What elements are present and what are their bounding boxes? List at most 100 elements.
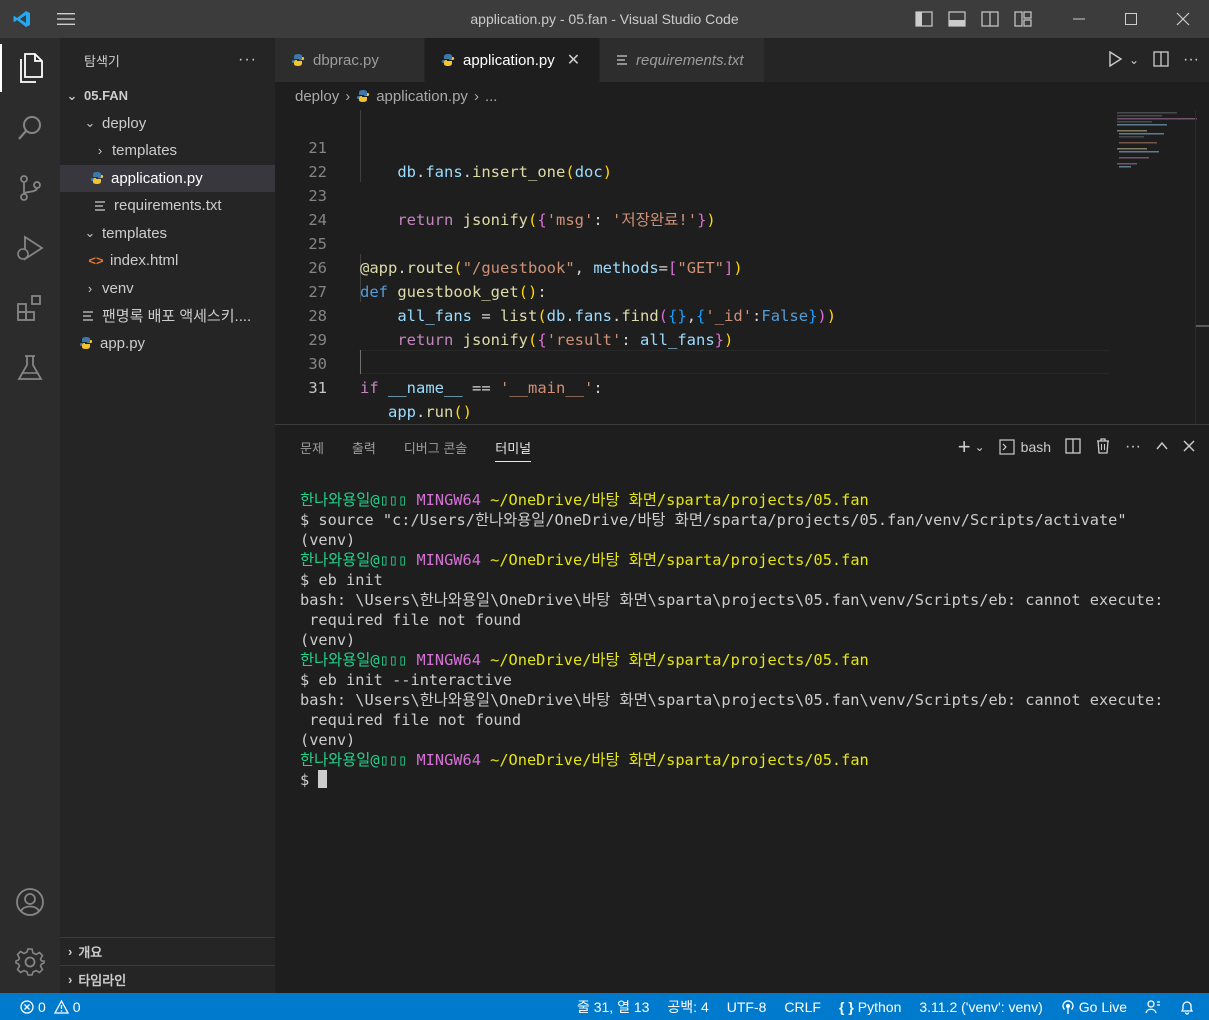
notifications-bell-icon[interactable] bbox=[1170, 993, 1209, 1020]
accounts-icon[interactable] bbox=[0, 872, 60, 932]
toggle-sidebar-icon[interactable] bbox=[907, 0, 940, 38]
terminal-dropdown-chevron-icon[interactable]: ⌄ bbox=[975, 440, 985, 454]
python-file-icon bbox=[291, 53, 305, 67]
breadcrumb-more[interactable]: ... bbox=[485, 88, 498, 105]
terminal-line: $ eb init bbox=[300, 571, 383, 589]
minimap[interactable] bbox=[1117, 110, 1197, 190]
customize-layout-icon[interactable] bbox=[1006, 0, 1039, 38]
extensions-icon[interactable] bbox=[0, 278, 60, 338]
encoding[interactable]: UTF-8 bbox=[718, 993, 776, 1020]
tab-debug-console[interactable]: 디버그 콘솔 bbox=[404, 438, 467, 457]
python-file-icon bbox=[78, 336, 94, 350]
code-line: 28 return jsonify({'result': all_fans}) bbox=[308, 307, 734, 349]
workspace-root[interactable]: ⌄ 05.FAN bbox=[60, 82, 275, 110]
terminal-shell-selector[interactable]: bash bbox=[999, 439, 1051, 455]
error-count: 0 bbox=[38, 998, 46, 1015]
tree-item-deploy-templates[interactable]: › templates bbox=[60, 137, 275, 165]
tree-item-venv[interactable]: › venv bbox=[60, 275, 275, 303]
tree-item-label: venv bbox=[102, 279, 134, 297]
split-editor-icon[interactable] bbox=[1153, 50, 1169, 70]
language-mode[interactable]: { } Python bbox=[830, 993, 910, 1020]
timeline-section[interactable]: › 타임라인 bbox=[60, 965, 275, 993]
terminal-prompt: 한나와용일@▯▯▯ MINGW64 ~/OneDrive/바탕 화면/spart… bbox=[300, 751, 869, 769]
run-dropdown-chevron-icon[interactable]: ⌄ bbox=[1129, 53, 1139, 67]
code-line: 30 if __name__ == '__main__': bbox=[308, 355, 603, 397]
code-line: 26 def guestbook_get(): bbox=[308, 259, 547, 301]
text-file-icon bbox=[92, 200, 108, 212]
trash-icon[interactable] bbox=[1095, 437, 1111, 457]
tab-requirements-txt[interactable]: requirements.txt bbox=[600, 38, 765, 82]
tree-item-label: templates bbox=[102, 224, 168, 242]
code-line: 24 bbox=[308, 211, 327, 229]
source-control-icon[interactable] bbox=[0, 158, 60, 218]
maximize-panel-chevron-up-icon[interactable] bbox=[1155, 439, 1169, 456]
warning-count: 0 bbox=[72, 998, 81, 1015]
problems-status[interactable]: 0 0 bbox=[0, 993, 90, 1020]
tree-item-requirements-txt[interactable]: requirements.txt bbox=[60, 192, 275, 220]
toggle-panel-icon[interactable] bbox=[940, 0, 973, 38]
explorer-title: 탐색기 bbox=[84, 53, 120, 69]
minimize-button[interactable] bbox=[1053, 0, 1105, 38]
code-line: 29 bbox=[308, 331, 327, 349]
explorer-header: 탐색기 ··· bbox=[60, 38, 275, 82]
maximize-button[interactable] bbox=[1105, 0, 1157, 38]
tree-item-label: 팬명록 배포 액세스키.... bbox=[102, 308, 252, 326]
tab-dbprac-py[interactable]: dbprac.py bbox=[275, 38, 425, 82]
more-actions-icon[interactable]: ··· bbox=[1183, 51, 1199, 69]
tree-item-app-py[interactable]: app.py bbox=[60, 330, 275, 358]
indentation[interactable]: 공백: 4 bbox=[658, 993, 717, 1020]
end-of-line[interactable]: CRLF bbox=[775, 993, 830, 1020]
more-actions-icon[interactable]: ··· bbox=[1125, 438, 1141, 456]
python-interpreter[interactable]: 3.11.2 ('venv': venv) bbox=[910, 993, 1051, 1020]
terminal-prompt: 한나와용일@▯▯▯ MINGW64 ~/OneDrive/바탕 화면/spart… bbox=[300, 551, 869, 569]
vscode-logo-icon bbox=[0, 0, 44, 38]
breadcrumb-file[interactable]: application.py bbox=[376, 88, 468, 105]
split-terminal-icon[interactable] bbox=[1065, 437, 1081, 457]
explorer-icon[interactable] bbox=[0, 38, 60, 98]
editor-scrollbar[interactable] bbox=[1195, 110, 1209, 424]
code-line: 27 all_fans = list(db.fans.find({},{'_id… bbox=[308, 283, 837, 325]
cursor-position[interactable]: 줄 31, 열 13 bbox=[568, 993, 658, 1020]
tree-item-deploy[interactable]: ⌄ deploy bbox=[60, 110, 275, 138]
tree-item-application-py[interactable]: application.py bbox=[60, 164, 275, 192]
tree-item-access-key[interactable]: 팬명록 배포 액세스키.... bbox=[60, 302, 275, 330]
close-panel-icon[interactable] bbox=[1183, 439, 1195, 455]
outline-section[interactable]: › 개요 bbox=[60, 937, 275, 965]
manage-gear-icon[interactable] bbox=[0, 932, 60, 992]
search-icon[interactable] bbox=[0, 98, 60, 158]
title-bar: application.py - 05.fan - Visual Studio … bbox=[0, 0, 1209, 38]
python-file-icon bbox=[356, 89, 370, 103]
close-tab-icon[interactable]: ✕ bbox=[567, 50, 580, 70]
terminal-line: (venv) bbox=[300, 531, 356, 549]
close-window-button[interactable] bbox=[1157, 0, 1209, 38]
toggle-secondary-sidebar-icon[interactable] bbox=[973, 0, 1006, 38]
workspace-root-label: 05.FAN bbox=[84, 88, 129, 104]
accounts-feedback-icon[interactable] bbox=[1136, 993, 1170, 1020]
tree-item-label: deploy bbox=[102, 114, 147, 132]
code-editor[interactable]: 21 db.fans.insert_one(doc) 22 23 return … bbox=[275, 110, 1209, 424]
go-live-button[interactable]: Go Live bbox=[1052, 993, 1136, 1020]
python-file-icon bbox=[441, 53, 455, 67]
terminal-line: required file not found bbox=[300, 611, 522, 629]
more-actions-icon[interactable]: ··· bbox=[238, 51, 257, 69]
terminal-line: (venv) bbox=[300, 731, 356, 749]
terminal-output[interactable]: 한나와용일@▯▯▯ MINGW64 ~/OneDrive/바탕 화면/spart… bbox=[300, 490, 1163, 790]
breadcrumb-folder[interactable]: deploy bbox=[295, 88, 339, 105]
activity-bar bbox=[0, 38, 60, 993]
tab-label: dbprac.py bbox=[313, 51, 379, 69]
tab-application-py[interactable]: application.py ✕ bbox=[425, 38, 600, 82]
warning-icon bbox=[53, 999, 69, 1014]
chevron-right-icon: › bbox=[68, 972, 73, 987]
tab-output[interactable]: 출력 bbox=[352, 438, 376, 457]
tree-item-index-html[interactable]: <> index.html bbox=[60, 247, 275, 275]
run-debug-icon[interactable] bbox=[0, 218, 60, 278]
hamburger-menu-icon[interactable] bbox=[44, 0, 88, 38]
tree-item-templates[interactable]: ⌄ templates bbox=[60, 220, 275, 248]
testing-icon[interactable] bbox=[0, 338, 60, 398]
terminal-prompt: 한나와용일@▯▯▯ MINGW64 ~/OneDrive/바탕 화면/spart… bbox=[300, 491, 869, 509]
run-python-icon[interactable] bbox=[1107, 50, 1123, 70]
explorer-sidebar: 탐색기 ··· ⌄ 05.FAN ⌄ deploy › templates ap… bbox=[60, 38, 275, 993]
new-terminal-plus-icon[interactable]: + bbox=[958, 434, 971, 460]
tab-problems[interactable]: 문제 bbox=[300, 438, 324, 457]
tab-terminal[interactable]: 터미널 bbox=[495, 438, 532, 462]
